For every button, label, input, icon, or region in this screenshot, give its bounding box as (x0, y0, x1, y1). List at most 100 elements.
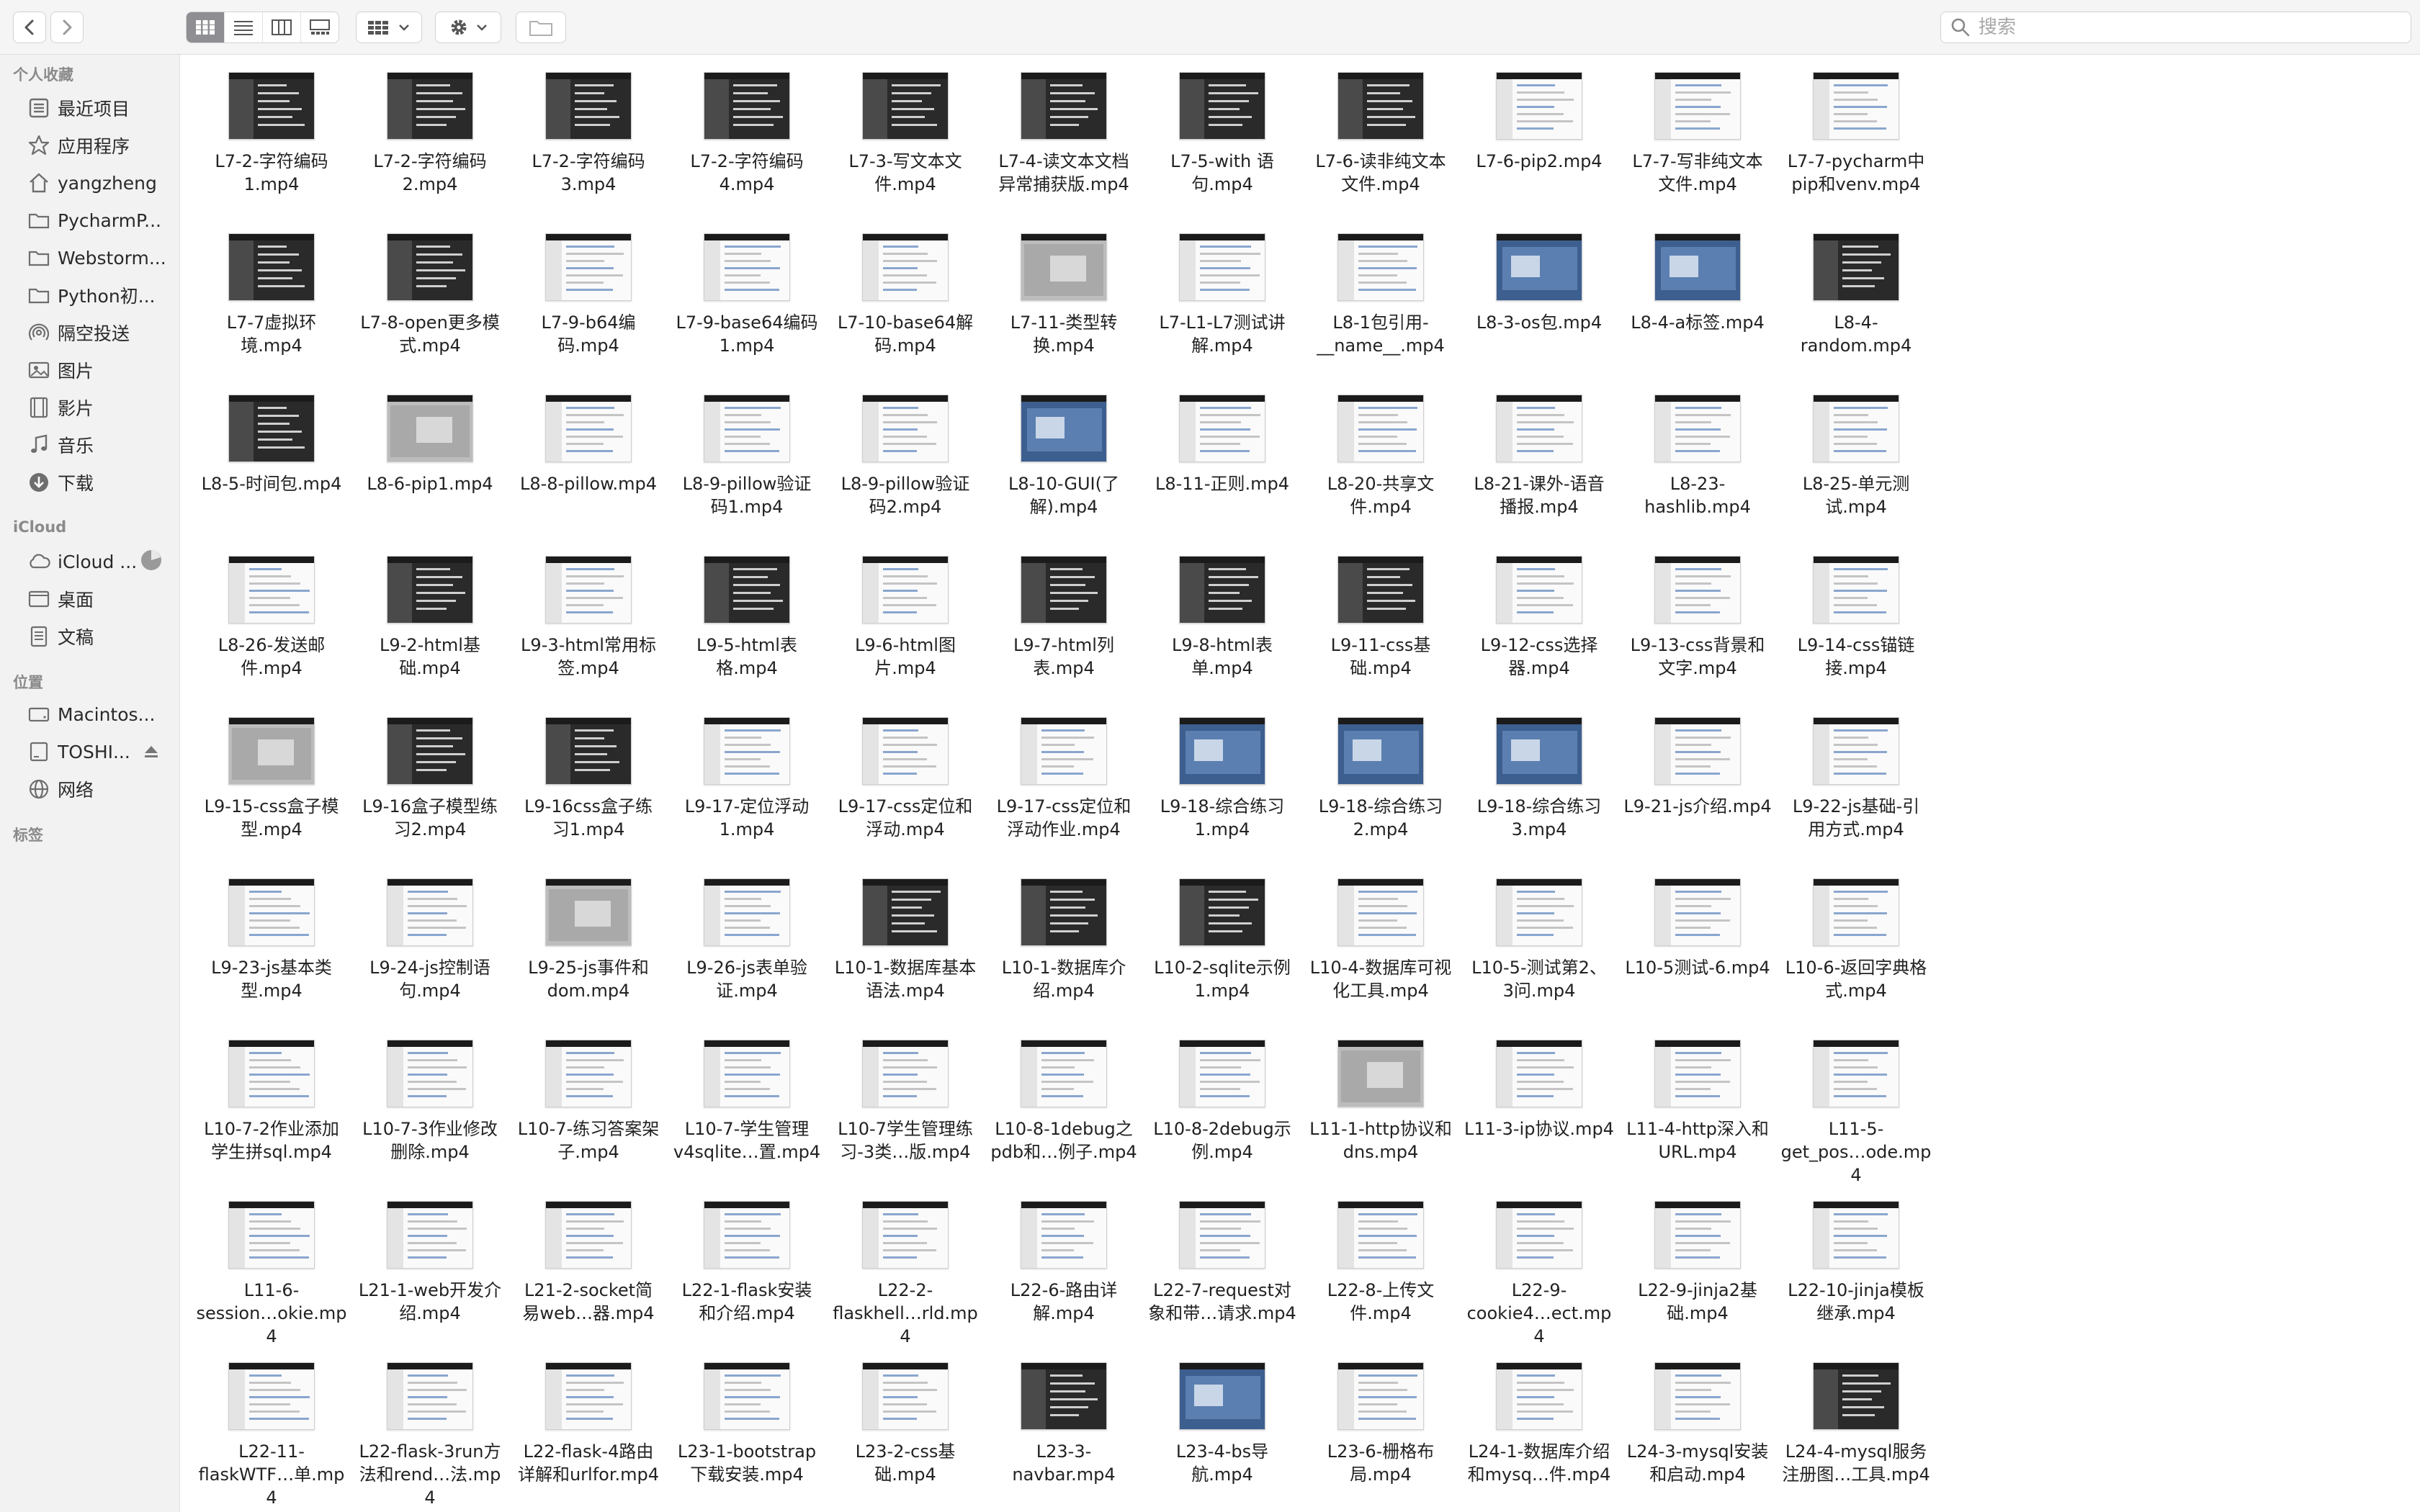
file-item[interactable]: L10-7学生管理练 习-3类…版.mp4 (830, 1028, 981, 1189)
forward-button[interactable] (50, 12, 84, 43)
file-item[interactable]: L22-flask-3run方 法和rend…法.mp4 (354, 1351, 506, 1512)
file-item[interactable]: L7-L1-L7测试讲 解.mp4 (1147, 222, 1298, 383)
file-item[interactable]: L22-7-request对 象和带…请求.mp4 (1147, 1189, 1298, 1351)
file-item[interactable]: L23-4-bs导 航.mp4 (1147, 1351, 1298, 1512)
file-item[interactable]: L7-7-pycharm中 pip和venv.mp4 (1780, 60, 1932, 222)
file-item[interactable]: L22-9- cookie4…ect.mp4 (1464, 1189, 1615, 1351)
sidebar-item-favorites-1[interactable]: 应用程序 (26, 130, 170, 161)
file-item[interactable]: L11-6- session…okie.mp4 (196, 1189, 347, 1351)
column-view-button[interactable] (263, 12, 301, 42)
sidebar-item-favorites-10[interactable]: 下载 (26, 467, 170, 498)
file-item[interactable]: L10-7-2作业添加 学生拼sql.mp4 (196, 1028, 347, 1189)
file-item[interactable]: L10-5-测试第2、 3问.mp4 (1464, 867, 1615, 1028)
gallery-view-button[interactable] (301, 12, 339, 42)
file-item[interactable]: L7-3-写文本文 件.mp4 (830, 60, 981, 222)
file-item[interactable]: L8-23- hashlib.mp4 (1622, 383, 1773, 544)
search-input[interactable] (1977, 16, 2398, 39)
file-item[interactable]: L7-7-写非纯文本 文件.mp4 (1622, 60, 1773, 222)
search-field[interactable] (1940, 12, 2411, 43)
file-item[interactable]: L9-18-综合练习 3.mp4 (1464, 706, 1615, 867)
file-item[interactable]: L9-15-css盒子模 型.mp4 (196, 706, 347, 867)
file-item[interactable]: L9-5-html表 格.mp4 (671, 544, 823, 706)
file-item[interactable]: L9-21-js介绍.mp4 (1622, 706, 1773, 867)
file-item[interactable]: L7-4-读文本文档 异常捕获版.mp4 (988, 60, 1139, 222)
file-item[interactable]: L9-23-js基本类 型.mp4 (196, 867, 347, 1028)
file-item[interactable]: L8-9-pillow验证 码1.mp4 (671, 383, 823, 544)
file-item[interactable]: L9-17-css定位和 浮动.mp4 (830, 706, 981, 867)
file-item[interactable]: L22-1-flask安装 和介绍.mp4 (671, 1189, 823, 1351)
file-item[interactable]: L11-5- get_pos…ode.mp4 (1780, 1028, 1932, 1189)
file-item[interactable]: L9-14-css锚链 接.mp4 (1780, 544, 1932, 706)
file-item[interactable]: L22-2- flaskhell…rld.mp4 (830, 1189, 981, 1351)
file-item[interactable]: L8-5-时间包.mp4 (196, 383, 347, 544)
file-item[interactable]: L10-7-3作业修改 删除.mp4 (354, 1028, 506, 1189)
file-item[interactable]: L9-7-html列 表.mp4 (988, 544, 1139, 706)
file-item[interactable]: L23-2-css基 础.mp4 (830, 1351, 981, 1512)
file-item[interactable]: L8-3-os包.mp4 (1464, 222, 1615, 383)
sidebar-item-favorites-4[interactable]: Webstorm... (26, 242, 170, 274)
file-item[interactable]: L9-16盒子模型练 习2.mp4 (354, 706, 506, 867)
file-item[interactable]: L7-9-base64编码 1.mp4 (671, 222, 823, 383)
action-menu-button[interactable] (435, 12, 501, 43)
file-item[interactable]: L10-1-数据库介 绍.mp4 (988, 867, 1139, 1028)
file-item[interactable]: L10-4-数据库可视 化工具.mp4 (1305, 867, 1456, 1028)
file-item[interactable]: L11-1-http协议和 dns.mp4 (1305, 1028, 1456, 1189)
file-item[interactable]: L9-17-定位浮动 1.mp4 (671, 706, 823, 867)
file-item[interactable]: L9-26-js表单验 证.mp4 (671, 867, 823, 1028)
file-item[interactable]: L23-1-bootstrap 下载安装.mp4 (671, 1351, 823, 1512)
file-item[interactable]: L10-8-2debug示 例.mp4 (1147, 1028, 1298, 1189)
sidebar-item-favorites-2[interactable]: yangzheng (26, 167, 170, 199)
file-item[interactable]: L8-26-发送邮 件.mp4 (196, 544, 347, 706)
list-view-button[interactable] (225, 12, 263, 42)
sidebar-item-icloud-1[interactable]: 桌面 (26, 583, 170, 615)
file-item[interactable]: L8-9-pillow验证 码2.mp4 (830, 383, 981, 544)
file-item[interactable]: L24-4-mysql服务 注册图…工具.mp4 (1780, 1351, 1932, 1512)
sidebar-item-icloud-2[interactable]: 文稿 (26, 621, 170, 652)
file-item[interactable]: L9-12-css选择 器.mp4 (1464, 544, 1615, 706)
file-item[interactable]: L8-4-a标签.mp4 (1622, 222, 1773, 383)
file-item[interactable]: L9-16css盒子练 习1.mp4 (513, 706, 664, 867)
sidebar-item-favorites-9[interactable]: 音乐 (26, 429, 170, 461)
file-item[interactable]: L24-3-mysql安装 和启动.mp4 (1622, 1351, 1773, 1512)
file-item[interactable]: L9-25-js事件和 dom.mp4 (513, 867, 664, 1028)
file-item[interactable]: L10-2-sqlite示例 1.mp4 (1147, 867, 1298, 1028)
file-item[interactable]: L22-6-路由详 解.mp4 (988, 1189, 1139, 1351)
file-item[interactable]: L10-5测试-6.mp4 (1622, 867, 1773, 1028)
sidebar-item-favorites-0[interactable]: 最近项目 (26, 92, 170, 124)
file-item[interactable]: L10-1-数据库基本 语法.mp4 (830, 867, 981, 1028)
file-item[interactable]: L22-8-上传文 件.mp4 (1305, 1189, 1456, 1351)
eject-icon[interactable] (143, 743, 160, 763)
sidebar-item-locations-0[interactable]: Macintos... (26, 698, 170, 730)
group-by-button[interactable] (356, 12, 422, 43)
file-item[interactable]: L8-1包引用- __name__.mp4 (1305, 222, 1456, 383)
file-item[interactable]: L21-1-web开发介 绍.mp4 (354, 1189, 506, 1351)
file-item[interactable]: L7-7虚拟环 境.mp4 (196, 222, 347, 383)
file-item[interactable]: L9-13-css背景和 文字.mp4 (1622, 544, 1773, 706)
file-item[interactable]: L7-9-b64编 码.mp4 (513, 222, 664, 383)
sidebar-item-favorites-8[interactable]: 影片 (26, 392, 170, 423)
file-item[interactable]: L7-11-类型转 换.mp4 (988, 222, 1139, 383)
file-item[interactable]: L22-11- flaskWTF…单.mp4 (196, 1351, 347, 1512)
file-item[interactable]: L11-4-http深入和 URL.mp4 (1622, 1028, 1773, 1189)
sidebar-item-favorites-7[interactable]: 图片 (26, 354, 170, 386)
file-item[interactable]: L22-flask-4路由 详解和urlfor.mp4 (513, 1351, 664, 1512)
sidebar-item-locations-2[interactable]: 网络 (26, 773, 170, 805)
file-item[interactable]: L21-2-socket简 易web…器.mp4 (513, 1189, 664, 1351)
file-item[interactable]: L8-10-GUI(了 解).mp4 (988, 383, 1139, 544)
file-item[interactable]: L9-11-css基 础.mp4 (1305, 544, 1456, 706)
new-folder-button[interactable] (516, 12, 566, 43)
file-item[interactable]: L8-25-单元测 试.mp4 (1780, 383, 1932, 544)
sidebar-item-favorites-6[interactable]: 隔空投送 (26, 317, 170, 348)
file-item[interactable]: L8-11-正则.mp4 (1147, 383, 1298, 544)
file-item[interactable]: L10-6-返回字典格 式.mp4 (1780, 867, 1932, 1028)
icon-view-button[interactable] (187, 12, 225, 42)
file-item[interactable]: L24-1-数据库介绍 和mysq…件.mp4 (1464, 1351, 1615, 1512)
file-item[interactable]: L23-3- navbar.mp4 (988, 1351, 1139, 1512)
file-item[interactable]: L8-4- random.mp4 (1780, 222, 1932, 383)
file-item[interactable]: L9-3-html常用标 签.mp4 (513, 544, 664, 706)
file-item[interactable]: L11-3-ip协议.mp4 (1464, 1028, 1615, 1189)
file-item[interactable]: L9-22-js基础-引 用方式.mp4 (1780, 706, 1932, 867)
file-item[interactable]: L7-10-base64解 码.mp4 (830, 222, 981, 383)
file-item[interactable]: L8-6-pip1.mp4 (354, 383, 506, 544)
file-item[interactable]: L7-2-字符编码 3.mp4 (513, 60, 664, 222)
